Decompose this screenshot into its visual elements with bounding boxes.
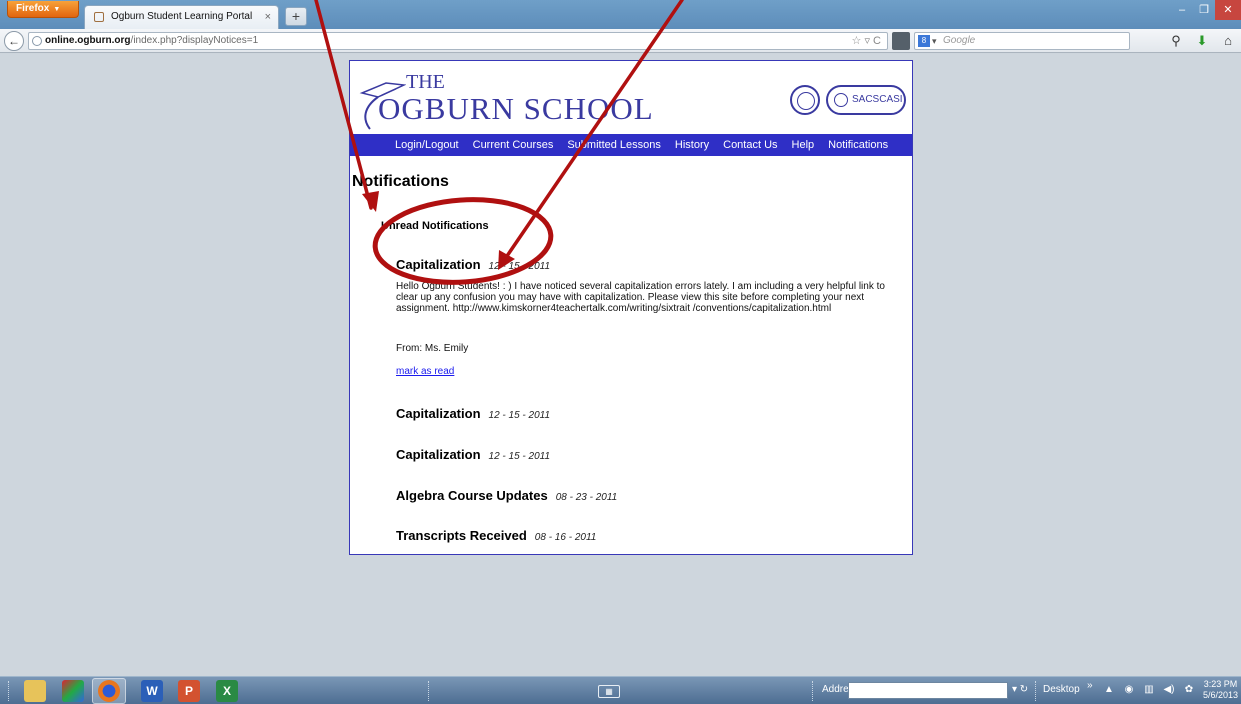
page-viewport: THE OGBURN SCHOOL SACSCASI Login/Logout … <box>0 54 1241 676</box>
url-bar[interactable]: online.ogburn.org/index.php?displayNotic… <box>28 32 888 50</box>
download-icon[interactable]: ⬇ <box>1194 32 1210 50</box>
nav-submitted-lessons[interactable]: Submitted Lessons <box>560 134 668 156</box>
taskbar-grip <box>428 681 432 701</box>
notification-body: Hello Ogburn Students! : ) I have notice… <box>396 281 885 314</box>
excel-icon[interactable]: X <box>216 680 238 702</box>
nav-history[interactable]: History <box>668 134 716 156</box>
system-tray: ▲ ◉ ▥ ◀) ✿ <box>1102 683 1196 697</box>
tray-extra-icon[interactable]: ✿ <box>1182 683 1196 697</box>
globe-icon <box>32 36 42 46</box>
windows-taskbar: W P X ▦ Address ▾ ↻ Desktop » ▲ ◉ ▥ ◀) ✿… <box>0 676 1241 704</box>
window-controls: – ❐ ✕ <box>1171 0 1241 20</box>
portal-page: THE OGBURN SCHOOL SACSCASI Login/Logout … <box>349 60 913 555</box>
mark-as-read-link[interactable]: mark as read <box>396 366 454 377</box>
nav-login-logout[interactable]: Login/Logout <box>388 134 466 156</box>
address-dropdown-refresh-icon[interactable]: ▾ ↻ <box>1012 684 1028 695</box>
accreditation-seals: SACSCASI <box>790 83 906 119</box>
notification-date: 12 - 15 - 2011 <box>488 410 551 421</box>
minimize-icon[interactable]: – <box>1171 0 1193 20</box>
notification-title[interactable]: Algebra Course Updates 08 - 23 - 2011 <box>396 488 617 503</box>
search-engine-dropdown-icon[interactable]: ▾ <box>932 33 937 49</box>
address-toolbar-input[interactable] <box>848 682 1008 699</box>
nav-help[interactable]: Help <box>785 134 822 156</box>
flame-icon <box>834 93 848 107</box>
taskbar-grip <box>812 681 816 701</box>
unread-notifications-heading: Unread Notifications <box>381 220 489 232</box>
maximize-icon[interactable]: ❐ <box>1193 0 1215 20</box>
page-title: Notifications <box>352 173 449 190</box>
url-path: /index.php?displayNotices=1 <box>130 35 259 46</box>
file-explorer-icon[interactable] <box>24 680 46 702</box>
system-clock[interactable]: 3:23 PM 5/6/2013 <box>1203 679 1238 701</box>
clock-time: 3:23 PM <box>1203 679 1238 689</box>
taskbar-grip <box>8 681 12 701</box>
url-domain: online.ogburn.org <box>45 35 131 46</box>
browser-titlebar: Firefox ▼ Ogburn Student Learning Portal … <box>0 0 1241 29</box>
new-tab-button[interactable]: + <box>285 7 307 26</box>
navigation-toolbar: ← online.ogburn.org/index.php?displayNot… <box>0 29 1241 53</box>
back-button[interactable]: ← <box>4 31 24 51</box>
logo-school-text: OGBURN SCHOOL <box>378 91 654 126</box>
globe-seal-icon <box>790 85 820 115</box>
notification-sender: From: Ms. Emily <box>396 343 469 354</box>
notification-title[interactable]: Capitalization 12 - 15 - 2011 <box>396 447 550 462</box>
sacscasi-seal: SACSCASI <box>826 85 906 115</box>
site-nav-menu: Login/Logout Current Courses Submitted L… <box>350 134 912 156</box>
word-icon[interactable]: W <box>141 680 163 702</box>
notification-title[interactable]: Capitalization 12 - 15 - 2011 <box>396 257 550 272</box>
notification-date: 12 - 15 - 2011 <box>488 451 551 462</box>
notification-title[interactable]: Capitalization 12 - 15 - 2011 <box>396 406 550 421</box>
desktop-toolbar-label[interactable]: Desktop <box>1043 684 1080 695</box>
toolbar-overflow-icon[interactable]: » <box>1087 680 1093 691</box>
close-window-icon[interactable]: ✕ <box>1215 0 1241 20</box>
caret-down-icon: ▼ <box>53 6 61 13</box>
clock-date: 5/6/2013 <box>1203 690 1239 700</box>
taskbar-grip <box>1035 681 1039 701</box>
tray-app-icon[interactable]: ◉ <box>1122 683 1136 697</box>
search-input[interactable]: 8 ▾ Google <box>914 32 1130 50</box>
bookmark-folder-icon[interactable] <box>892 32 910 50</box>
nav-contact-us[interactable]: Contact Us <box>716 134 784 156</box>
url-bar-actions[interactable]: ☆ ▿ C <box>852 33 881 49</box>
search-icon[interactable]: ⚲ <box>1168 32 1184 50</box>
nav-current-courses[interactable]: Current Courses <box>466 134 561 156</box>
school-logo[interactable]: THE OGBURN SCHOOL <box>356 69 676 133</box>
search-engine-icon: 8 <box>918 35 930 47</box>
close-tab-icon[interactable]: × <box>265 6 271 28</box>
notification-date: 08 - 16 - 2011 <box>534 532 597 543</box>
notification-date: 08 - 23 - 2011 <box>555 492 618 503</box>
firefox-menu-button[interactable]: Firefox ▼ <box>7 1 79 18</box>
tab-title: Ogburn Student Learning Portal <box>111 11 253 22</box>
home-icon[interactable]: ⌂ <box>1220 32 1236 50</box>
favicon-icon <box>94 12 104 22</box>
powerpoint-icon[interactable]: P <box>178 680 200 702</box>
nav-notifications[interactable]: Notifications <box>821 134 895 156</box>
paint-icon[interactable] <box>62 680 84 702</box>
nav-toolbar-icons: ⚲ ⬇ ⌂ ▣ <box>1168 32 1241 50</box>
notification-date: 12 - 15 - 2011 <box>488 261 551 272</box>
notification-title[interactable]: Transcripts Received 08 - 16 - 2011 <box>396 528 596 543</box>
show-hidden-icons-icon[interactable]: ▲ <box>1102 683 1116 697</box>
volume-icon[interactable]: ◀) <box>1162 683 1176 697</box>
touch-keyboard-icon[interactable]: ▦ <box>598 685 620 698</box>
tab-ogburn-portal[interactable]: Ogburn Student Learning Portal × <box>84 5 279 29</box>
network-icon[interactable]: ▥ <box>1142 683 1156 697</box>
firefox-icon[interactable] <box>98 680 120 702</box>
